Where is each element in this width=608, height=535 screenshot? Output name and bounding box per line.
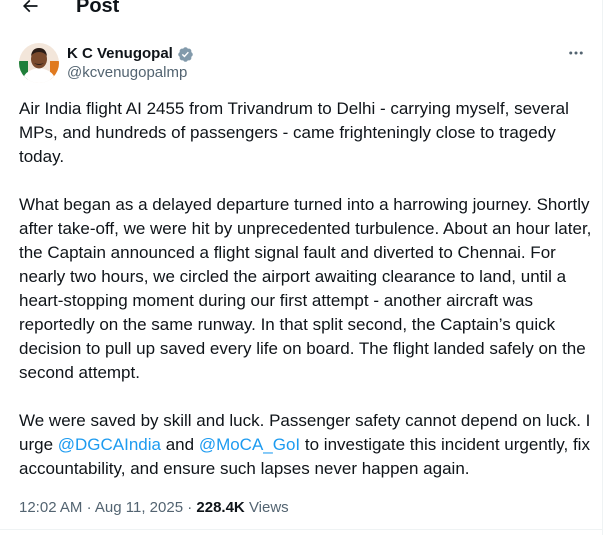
author-name-text: K C Venugopal bbox=[67, 45, 173, 62]
mention-moca-goi[interactable]: @MoCA_GoI bbox=[199, 435, 300, 454]
page-header: Post bbox=[0, 0, 600, 24]
separator-dot: · bbox=[187, 499, 193, 516]
avatar[interactable] bbox=[19, 43, 59, 83]
arrow-left-icon bbox=[22, 0, 38, 13]
views-label: Views bbox=[248, 499, 289, 516]
column-border bbox=[602, 0, 603, 535]
post-date[interactable]: Aug 11, 2025 bbox=[95, 499, 183, 516]
divider bbox=[0, 529, 602, 530]
author-handle[interactable]: @kcvenugopalmp bbox=[67, 63, 187, 83]
views-count: 228.4K bbox=[196, 499, 245, 516]
more-options-button[interactable] bbox=[562, 42, 590, 64]
tweet-text: Air India flight AI 2455 from Trivandrum… bbox=[19, 97, 595, 481]
tweet-text-segment: and bbox=[161, 435, 199, 454]
tweet-paragraph-1: Air India flight AI 2455 from Trivandrum… bbox=[19, 99, 569, 166]
tweet-paragraph-2: What began as a delayed departure turned… bbox=[19, 195, 592, 382]
back-button[interactable] bbox=[14, 0, 46, 22]
tweet-paragraph-3: We were saved by skill and luck. Passeng… bbox=[19, 409, 595, 481]
separator-dot: · bbox=[86, 499, 92, 516]
mention-dgcaindia[interactable]: @DGCAIndia bbox=[58, 435, 161, 454]
verified-badge-icon bbox=[177, 46, 194, 63]
page-title: Post bbox=[76, 0, 120, 17]
avatar-image bbox=[19, 43, 59, 83]
post-time[interactable]: 12:02 AM bbox=[19, 499, 82, 516]
tweet-metadata: 12:02 AM · Aug 11, 2025 · 228.4K Views bbox=[19, 498, 289, 518]
author-name[interactable]: K C Venugopal bbox=[67, 44, 194, 64]
more-horizontal-icon bbox=[569, 51, 583, 55]
